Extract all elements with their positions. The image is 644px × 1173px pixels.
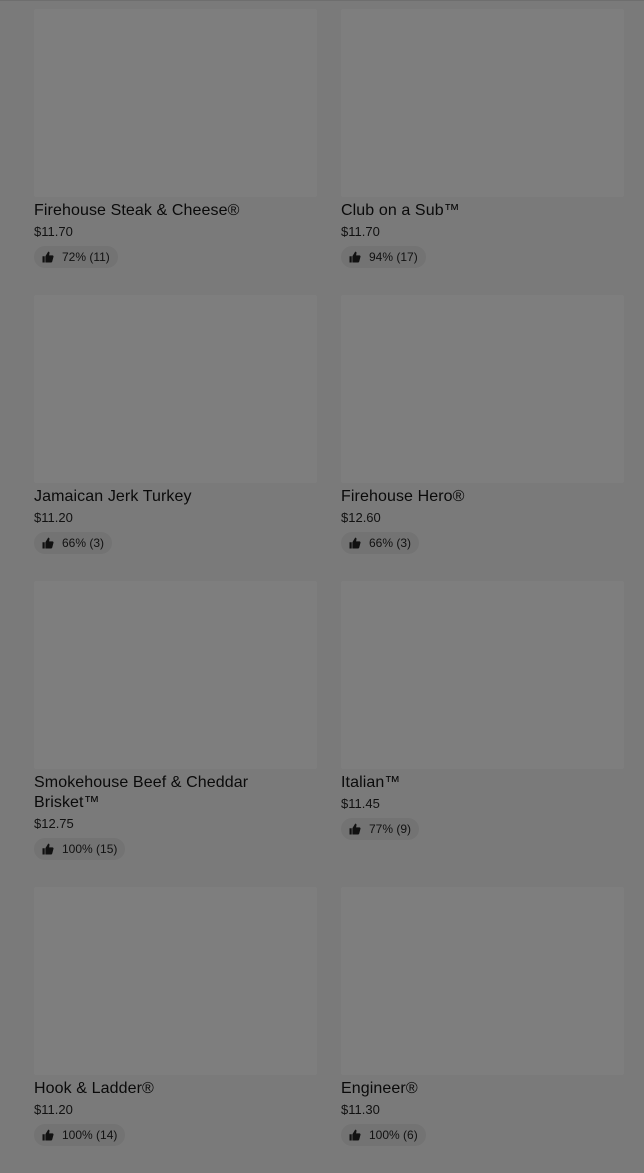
menu-item-card[interactable]: Engineer® $11.30 100% (6)	[341, 887, 624, 1173]
menu-item-card[interactable]: Smokehouse Beef & Cheddar Brisket™ $12.7…	[34, 581, 317, 887]
menu-item-image[interactable]	[341, 887, 624, 1075]
thumbs-up-icon	[42, 1129, 54, 1141]
rating-text: 72% (11)	[62, 250, 110, 264]
menu-item-price: $11.20	[34, 510, 73, 525]
menu-item-price: $12.60	[341, 510, 381, 525]
menu-item-image[interactable]	[34, 887, 317, 1075]
rating-text: 77% (9)	[369, 822, 412, 836]
menu-item-price: $11.30	[341, 1102, 380, 1117]
thumbs-up-icon	[42, 251, 54, 263]
menu-item-image[interactable]	[34, 581, 317, 769]
menu-item-name: Club on a Sub™	[341, 202, 460, 219]
rating-text: 100% (14)	[62, 1128, 118, 1142]
menu-item-image[interactable]	[34, 295, 317, 483]
thumbs-up-icon	[349, 823, 361, 835]
menu-item-name: Engineer®	[341, 1080, 418, 1097]
rating-text: 66% (3)	[369, 536, 412, 550]
menu-item-price: $11.70	[341, 224, 380, 239]
menu-item-card[interactable]: Firehouse Steak & Cheese® $11.70 72% (11…	[34, 9, 317, 295]
menu-item-image[interactable]	[341, 9, 624, 197]
menu-item-card[interactable]: Hook & Ladder® $11.20 100% (14)	[34, 887, 317, 1173]
menu-item-name: Smokehouse Beef & Cheddar Brisket™	[34, 774, 249, 811]
rating-badge: 100% (14)	[34, 1124, 126, 1146]
rating-text: 100% (15)	[62, 842, 118, 856]
menu-item-price: $11.70	[34, 224, 73, 239]
rating-badge: 100% (6)	[341, 1124, 426, 1146]
menu-item-name: Firehouse Steak & Cheese®	[34, 202, 240, 219]
menu-item-price: $11.20	[34, 1102, 73, 1117]
rating-text: 100% (6)	[369, 1128, 418, 1142]
rating-badge: 66% (3)	[341, 532, 420, 554]
rating-badge: 66% (3)	[34, 532, 113, 554]
rating-badge: 100% (15)	[34, 838, 126, 860]
menu-item-name: Jamaican Jerk Turkey	[34, 488, 192, 505]
thumbs-up-icon	[349, 1129, 361, 1141]
rating-text: 94% (17)	[369, 250, 418, 264]
menu-item-name: Firehouse Hero®	[341, 488, 465, 505]
thumbs-up-icon	[349, 251, 361, 263]
menu-item-name: Italian™	[341, 774, 401, 791]
rating-text: 66% (3)	[62, 536, 105, 550]
menu-item-card[interactable]: Firehouse Hero® $12.60 66% (3)	[341, 295, 624, 581]
thumbs-up-icon	[42, 537, 54, 549]
menu-item-image[interactable]	[341, 581, 624, 769]
rating-badge: 72% (11)	[34, 246, 118, 268]
top-divider	[0, 0, 644, 1]
menu-item-price: $12.75	[34, 816, 74, 831]
menu-items-grid: Firehouse Steak & Cheese® $11.70 72% (11…	[34, 9, 624, 1173]
menu-item-image[interactable]	[341, 295, 624, 483]
thumbs-up-icon	[349, 537, 361, 549]
rating-badge: 94% (17)	[341, 246, 426, 268]
menu-item-image[interactable]	[34, 9, 317, 197]
menu-item-price: $11.45	[341, 796, 380, 811]
rating-badge: 77% (9)	[341, 818, 420, 840]
thumbs-up-icon	[42, 843, 54, 855]
menu-item-card[interactable]: Italian™ $11.45 77% (9)	[341, 581, 624, 887]
menu-item-card[interactable]: Club on a Sub™ $11.70 94% (17)	[341, 9, 624, 295]
menu-item-card[interactable]: Jamaican Jerk Turkey $11.20 66% (3)	[34, 295, 317, 581]
menu-item-name: Hook & Ladder®	[34, 1080, 154, 1097]
